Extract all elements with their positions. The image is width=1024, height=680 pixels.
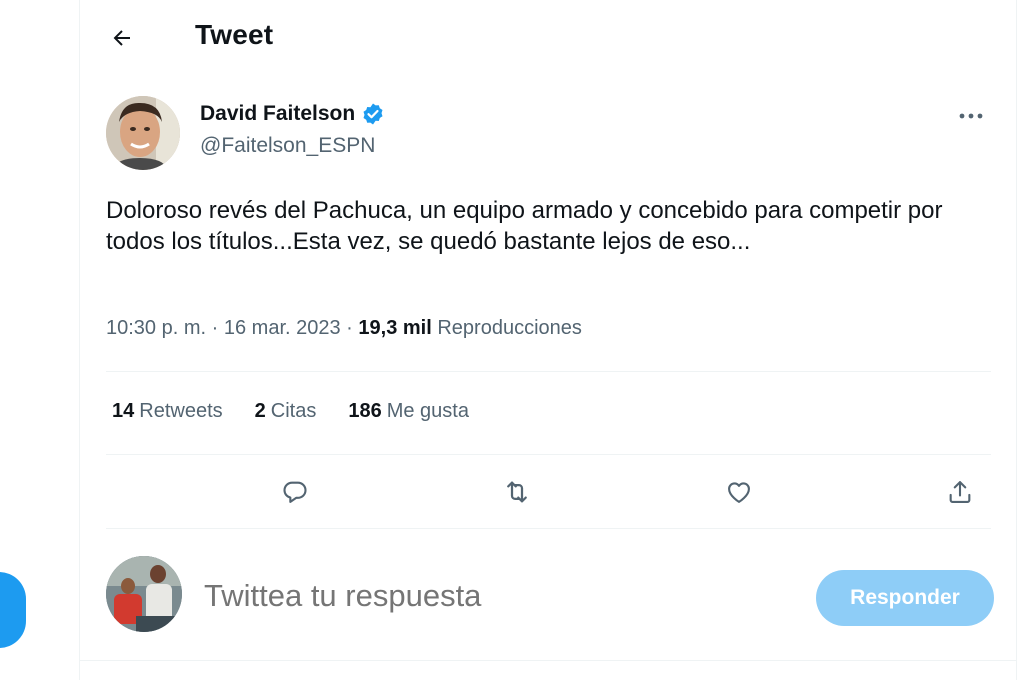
divider [106,528,991,529]
back-button[interactable] [104,20,140,56]
more-options-button[interactable] [953,104,989,128]
back-arrow-icon [113,30,130,46]
retweet-icon [507,481,527,503]
tweet-date[interactable]: 16 mar. 2023 [224,317,341,339]
reply-button[interactable] [273,470,317,514]
views-label: Reproducciones [437,317,582,339]
quotes-label: Citas [270,400,317,422]
tweet-detail-column: Tweet David Faitelson @Faitelson_ESPN Do… [79,0,1017,680]
likes-stat[interactable]: 186 Me gusta [348,400,469,423]
compose-tweet-button[interactable] [0,572,26,648]
share-button[interactable] [938,470,982,514]
meta-separator: · [211,317,219,339]
tweet-author: David Faitelson @Faitelson_ESPN [106,96,986,176]
quotes-stat[interactable]: 2 Citas [255,400,317,423]
reply-input[interactable] [204,578,764,614]
left-sidebar [0,0,79,680]
divider [80,660,1016,661]
divider [106,454,991,455]
page-title: Tweet [195,19,274,50]
like-icon [728,482,750,503]
likes-count: 186 [348,400,382,422]
divider [106,371,991,372]
author-name[interactable]: David Faitelson [200,102,355,126]
reply-submit-button[interactable]: Responder [816,570,994,626]
author-name-row: David Faitelson [200,102,385,126]
verified-badge-icon [363,103,383,125]
author-handle[interactable]: @Faitelson_ESPN [200,134,375,158]
meta-separator: · [346,317,353,339]
quotes-count: 2 [254,400,266,422]
tweet-actions [106,462,991,522]
retweets-stat[interactable]: 14 Retweets [112,400,223,423]
tweet-time[interactable]: 10:30 p. m. [106,317,206,339]
page-header: Tweet [80,0,1016,72]
views-count: 19,3 mil [358,317,432,339]
retweet-button[interactable] [495,470,539,514]
more-icon [959,113,983,119]
tweet-meta: 10:30 p. m. · 16 mar. 2023 · 19,3 mil Re… [106,317,582,340]
user-avatar[interactable] [106,556,182,632]
reply-composer: Responder [106,556,994,636]
retweets-label: Retweets [139,400,223,422]
author-avatar[interactable] [106,96,180,170]
tweet-stats: 14 Retweets 2 Citas 186 Me gusta [112,400,469,423]
likes-label: Me gusta [386,400,469,422]
share-icon [949,481,971,503]
reply-icon [283,481,307,503]
retweets-count: 14 [112,400,135,422]
like-button[interactable] [717,470,761,514]
tweet-text: Doloroso revés del Pachuca, un equipo ar… [106,197,943,255]
